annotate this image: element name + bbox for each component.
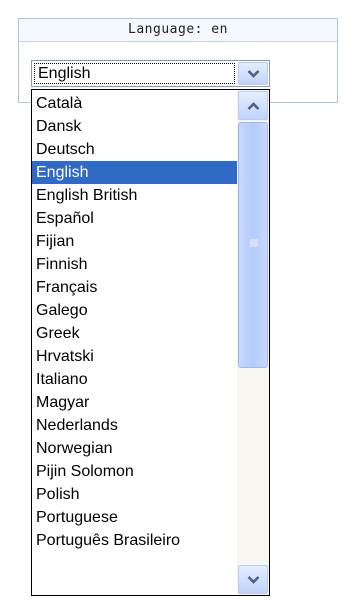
options-list: Català Dansk Deutsch English English British…	[32, 92, 237, 552]
language-option[interactable]: Español	[32, 207, 237, 230]
chevron-down-icon	[247, 70, 260, 78]
language-option[interactable]: Hrvatski	[32, 345, 237, 368]
language-option[interactable]: Català	[32, 92, 237, 115]
language-option[interactable]: Polish	[32, 483, 237, 506]
chevron-up-icon	[247, 102, 260, 110]
language-option[interactable]: Portuguese	[32, 506, 237, 529]
language-option[interactable]: Greek	[32, 322, 237, 345]
language-select[interactable]: English	[31, 60, 270, 87]
language-option[interactable]: English British	[32, 184, 237, 207]
language-option[interactable]: Fijian	[32, 230, 237, 253]
language-option[interactable]: Deutsch	[32, 138, 237, 161]
language-option[interactable]: English	[32, 161, 237, 184]
select-current-value: English	[34, 63, 235, 84]
language-option[interactable]: Italiano	[32, 368, 237, 391]
language-option[interactable]: Magyar	[32, 391, 237, 414]
language-option[interactable]: Dansk	[32, 115, 237, 138]
dropdown-button[interactable]	[238, 62, 268, 85]
language-option[interactable]: Finnish	[32, 253, 237, 276]
chevron-down-icon	[247, 576, 260, 584]
language-option[interactable]: Norwegian	[32, 437, 237, 460]
language-option[interactable]: Français	[32, 276, 237, 299]
scrollbar-thumb[interactable]	[238, 122, 268, 368]
scroll-down-button[interactable]	[238, 565, 268, 594]
language-option[interactable]: Nederlands	[32, 414, 237, 437]
language-option[interactable]: Português Brasileiro	[32, 529, 237, 552]
language-dropdown-list[interactable]: Català Dansk Deutsch English English British…	[31, 89, 270, 596]
panel-title: Language: en	[19, 19, 337, 42]
language-option[interactable]: Pijin Solomon	[32, 460, 237, 483]
scrollbar[interactable]	[237, 90, 269, 595]
grip-icon	[250, 239, 258, 247]
scroll-up-button[interactable]	[238, 91, 268, 120]
language-option[interactable]: Galego	[32, 299, 237, 322]
